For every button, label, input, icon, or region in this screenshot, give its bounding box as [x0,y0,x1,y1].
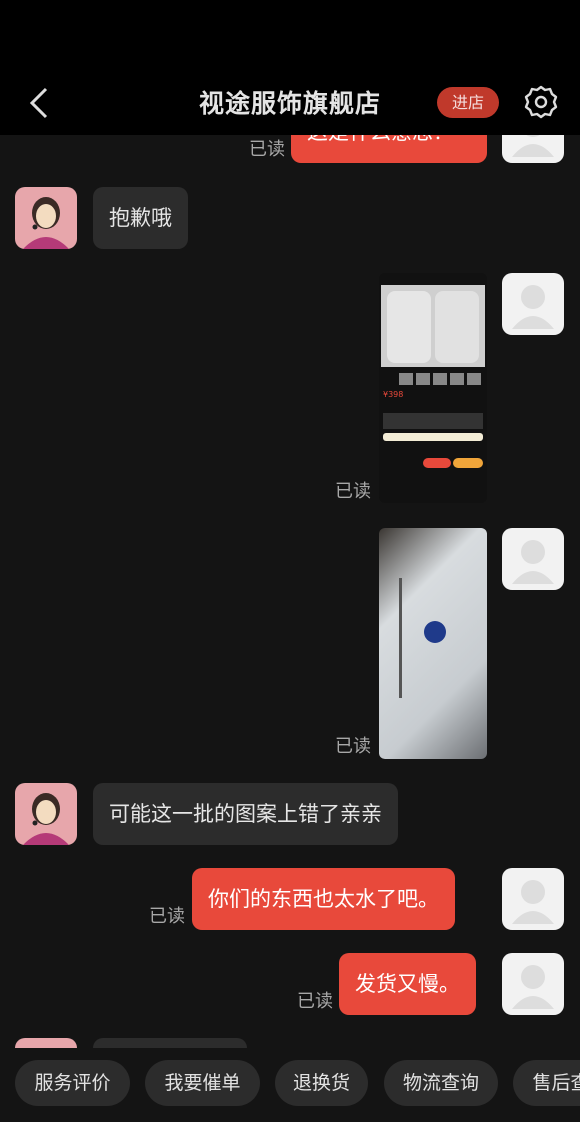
quick-reply-chip[interactable]: 退换货 [275,1060,368,1106]
quick-reply-chip[interactable]: 服务评价 [15,1060,130,1106]
gear-icon[interactable] [523,84,559,120]
message-bubble[interactable]: 可能这一批的图案上错了亲亲 [93,783,398,845]
product-screenshot-image[interactable]: ¥398 [379,273,487,503]
message-bubble[interactable]: 你们的东西也太水了吧。 [192,868,455,930]
quick-reply-chip[interactable]: 我要催单 [145,1060,260,1106]
message-bubble[interactable]: 抱歉哦 [93,187,188,249]
user-avatar[interactable] [502,868,564,930]
read-status: 已读 [335,481,371,502]
read-status: 已读 [297,991,333,1012]
read-status: 已读 [149,906,185,927]
enter-store-button[interactable]: 进店 [437,87,499,118]
user-avatar[interactable] [502,273,564,335]
quick-reply-chip[interactable]: 物流查询 [384,1060,498,1106]
jacket-photo-image[interactable] [379,528,487,759]
user-avatar[interactable] [502,953,564,1015]
quick-reply-bar: 服务评价 我要催单 退换货 物流查询 售后查询 [0,1060,580,1106]
message-bubble[interactable] [93,1038,247,1048]
chat-messages[interactable]: 已读 这是什么意思？ 抱歉哦 已读 ¥398 已读 可能这一批的图案上错了亲亲 … [0,135,580,1048]
agent-avatar[interactable] [15,783,77,845]
read-status: 已读 [249,139,285,160]
read-status: 已读 [335,736,371,757]
message-bubble[interactable]: 这是什么意思？ [291,135,487,163]
quick-reply-chip[interactable]: 售后查询 [513,1060,580,1106]
agent-avatar[interactable] [15,1038,77,1048]
user-avatar[interactable] [502,135,564,163]
message-bubble[interactable]: 发货又慢。 [339,953,476,1015]
agent-avatar[interactable] [15,187,77,249]
user-avatar[interactable] [502,528,564,590]
chat-header: 视途服饰旗舰店 进店 [0,0,580,135]
